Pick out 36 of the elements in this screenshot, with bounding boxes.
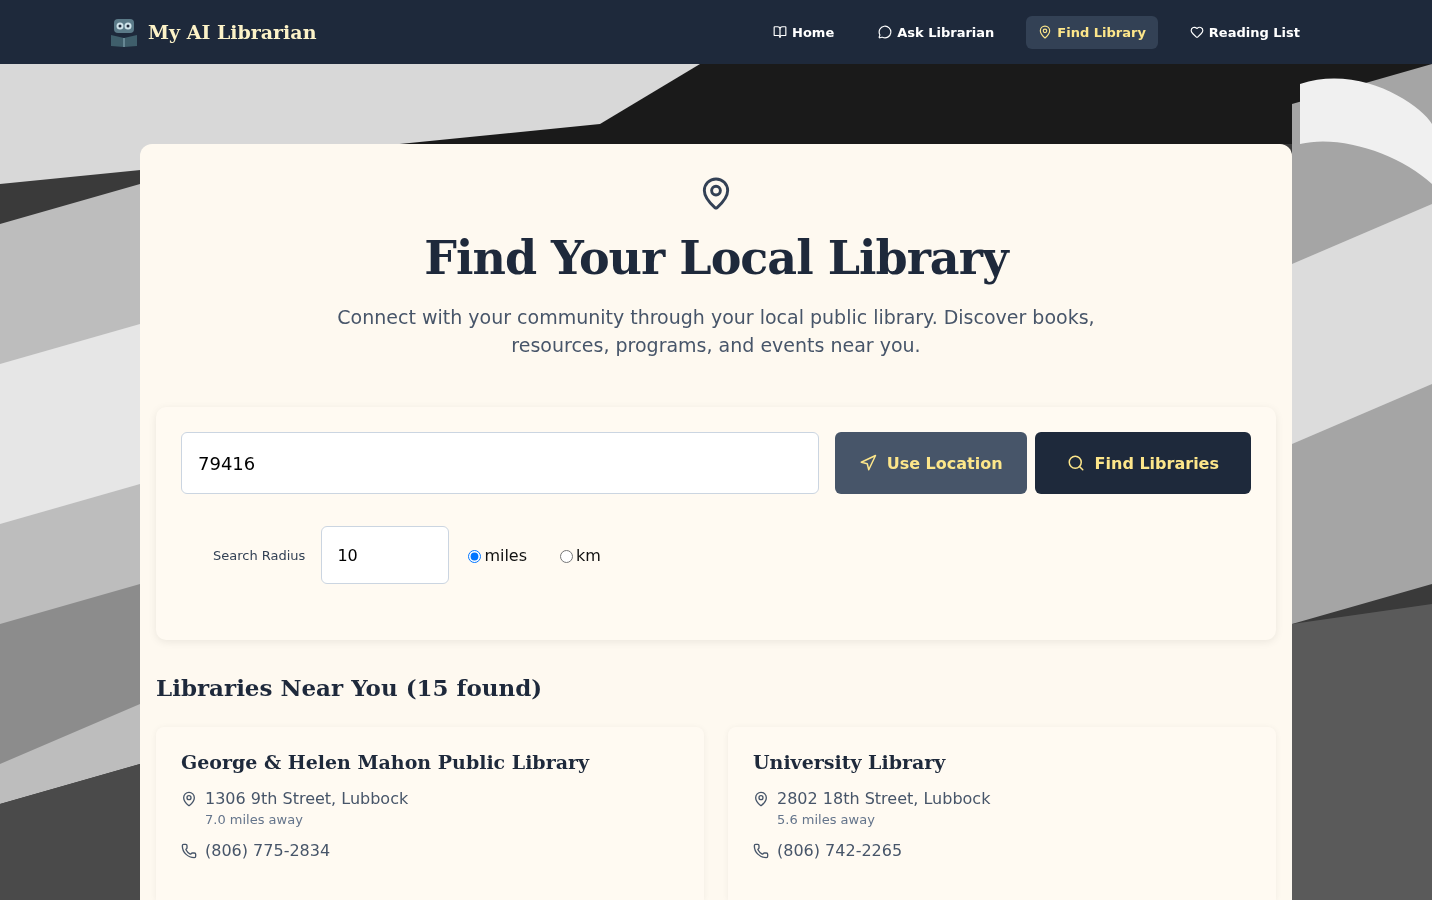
library-address: 1306 9th Street, Lubbock — [205, 789, 409, 808]
navigation-arrow-icon — [858, 454, 877, 472]
library-phone[interactable]: (806) 775-2834 — [205, 841, 331, 860]
library-address: 2802 18th Street, Lubbock — [777, 789, 991, 808]
radius-label: Search Radius — [213, 547, 306, 563]
search-icon — [1066, 454, 1085, 472]
library-name: George & Helen Mahon Public Library — [181, 751, 591, 773]
brand-name[interactable]: My AI Librarian — [148, 21, 317, 43]
library-distance: 7.0 miles away — [205, 812, 304, 827]
nav-link[interactable]: Find Library — [1026, 15, 1158, 49]
map-pin-icon — [1038, 25, 1053, 39]
use-location-button[interactable]: Use Location — [834, 432, 1027, 494]
phone-icon — [181, 842, 197, 859]
nav-link[interactable]: Home — [761, 15, 847, 49]
radius-field[interactable]: 10 — [321, 526, 450, 584]
robot-icon — [108, 16, 140, 48]
zip-code-field[interactable]: 79416 — [181, 432, 819, 494]
unit-radio[interactable] — [468, 550, 482, 563]
map-pin-icon — [181, 790, 197, 807]
page-title: Find Your Local Library — [424, 231, 1008, 285]
heart-icon — [1189, 25, 1204, 39]
unit-radio[interactable] — [560, 550, 574, 563]
chat-bubble-icon — [878, 25, 893, 39]
phone-icon — [753, 842, 769, 859]
find-libraries-button[interactable]: Find Libraries — [1034, 432, 1251, 494]
map-pin-icon — [753, 790, 769, 807]
unit-label: km — [576, 545, 601, 565]
library-phone[interactable]: (806) 742-2265 — [777, 841, 903, 860]
nav-link[interactable]: Ask Librarian — [866, 15, 1007, 49]
library-name: University Library — [753, 751, 947, 773]
library-distance: 5.6 miles away — [777, 812, 876, 827]
book-icon — [773, 25, 788, 39]
page-subtitle: Connect with your community through your local public library. Discover books, resources, programs, and events near you. — [336, 305, 1096, 358]
unit-label: miles — [484, 545, 528, 565]
nav-link[interactable]: Reading List — [1177, 15, 1312, 49]
results-heading: Libraries Near You (15 found) — [156, 674, 543, 701]
